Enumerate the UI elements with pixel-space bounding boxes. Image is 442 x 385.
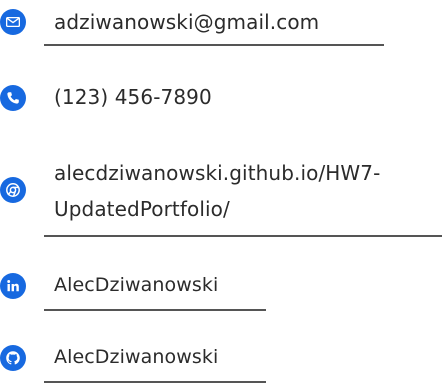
phone-icon <box>0 85 26 111</box>
mail-icon <box>0 9 26 35</box>
globe-icon <box>0 177 26 203</box>
email-link[interactable]: adziwanowski@gmail.com <box>54 6 319 38</box>
contact-list: adziwanowski@gmail.com (123) 456-7890 al… <box>0 0 442 385</box>
email-underline <box>44 44 384 46</box>
linkedin-link[interactable]: AlecDziwanowski <box>54 269 218 301</box>
linkedin-icon <box>0 273 26 299</box>
github-link[interactable]: AlecDziwanowski <box>54 341 218 373</box>
github-underline <box>44 381 266 383</box>
website-link-line2[interactable]: UpdatedPortfolio/ <box>54 193 230 225</box>
website-underline <box>44 235 442 237</box>
github-icon <box>0 345 26 371</box>
website-link-line1[interactable]: alecdziwanowski.github.io/HW7- <box>54 157 380 189</box>
phone-number[interactable]: (123) 456-7890 <box>54 81 212 113</box>
linkedin-underline <box>44 309 266 311</box>
